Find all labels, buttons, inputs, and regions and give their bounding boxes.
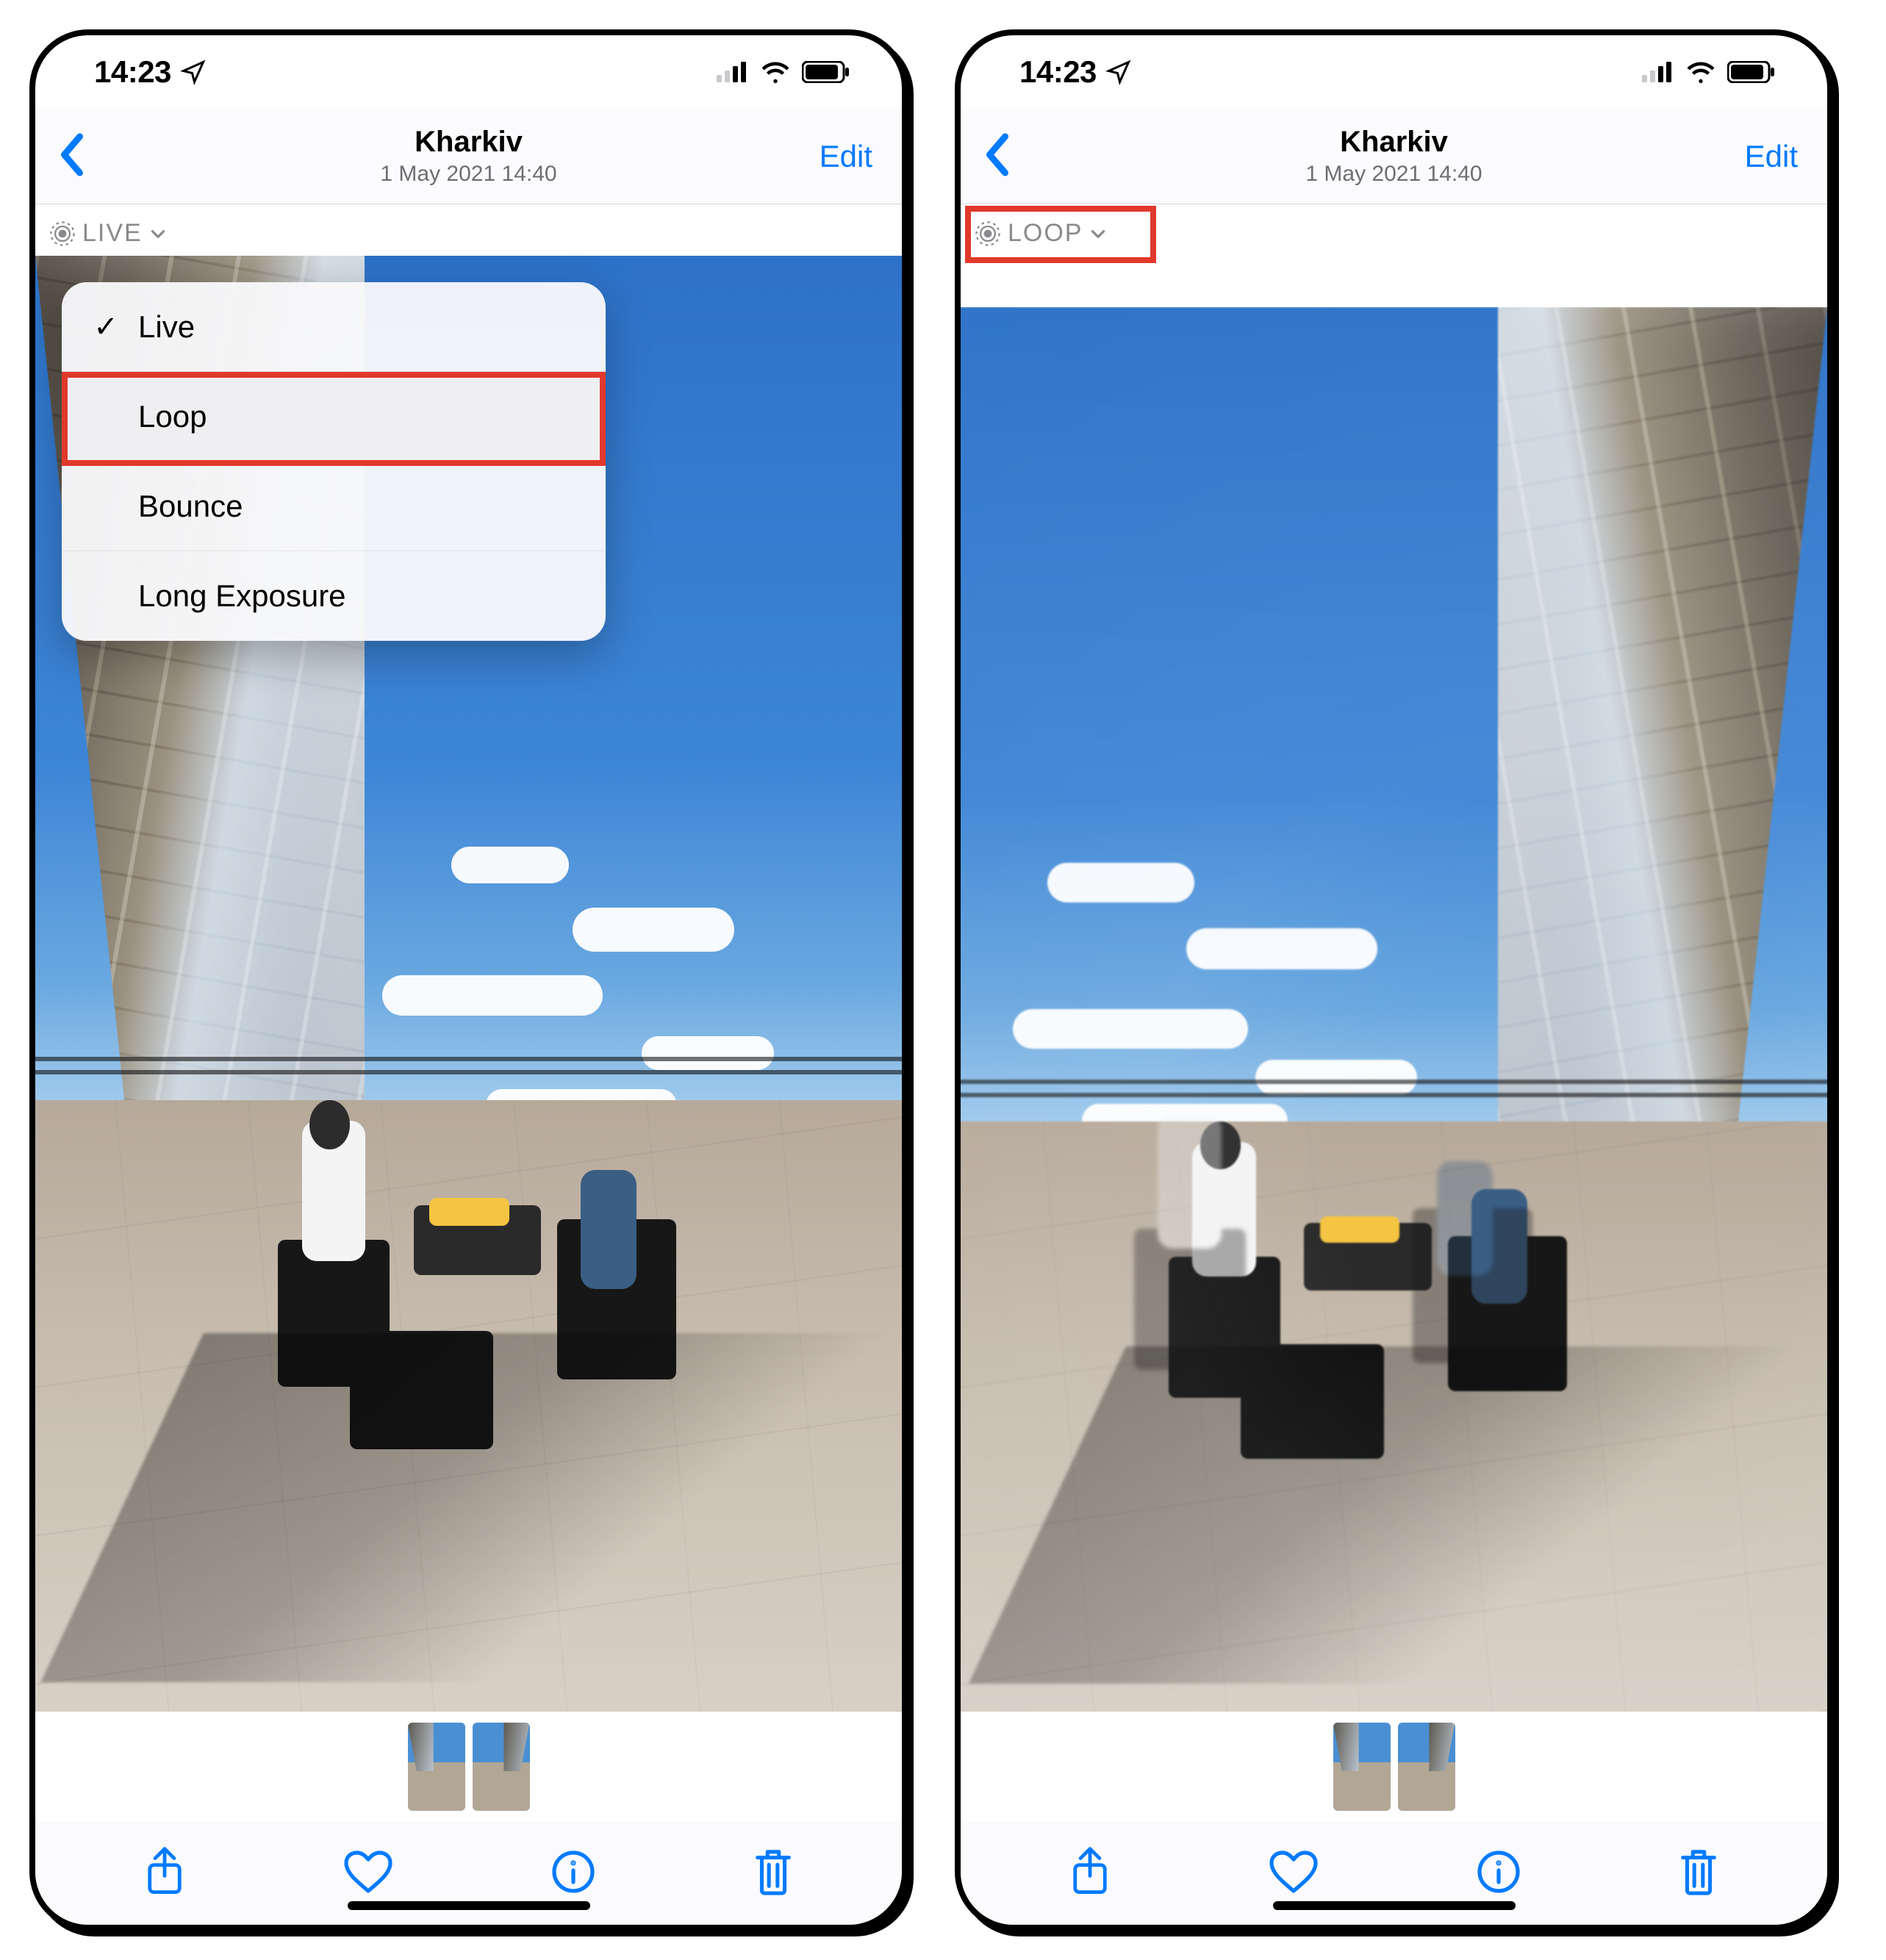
location-icon	[180, 59, 207, 85]
phone-screenshot-right: 14:23 Kharkiv 1 May 2021 14:40 Edit LOOP	[955, 29, 1833, 1931]
nav-subtitle: 1 May 2021 14:40	[1305, 162, 1482, 187]
chevron-down-icon	[148, 224, 168, 243]
photo-viewer[interactable]: LIVE	[35, 204, 902, 1712]
live-photo-icon	[50, 221, 75, 246]
checkmark-icon: ✓	[91, 310, 121, 344]
live-badge-label: LIVE	[82, 219, 143, 248]
edit-button[interactable]: Edit	[1745, 139, 1798, 174]
photo-scrubber[interactable]	[35, 1712, 902, 1822]
menu-item-label: Long Exposure	[138, 578, 346, 614]
nav-title: Kharkiv	[1305, 126, 1482, 159]
photo-content	[961, 307, 1827, 1712]
chevron-left-icon	[57, 132, 87, 176]
edit-button[interactable]: Edit	[820, 139, 872, 174]
callout-highlight	[965, 206, 1156, 263]
wifi-icon	[759, 60, 792, 84]
location-icon	[1105, 59, 1132, 85]
nav-bar: Kharkiv 1 May 2021 14:40 Edit	[961, 109, 1827, 204]
nav-bar: Kharkiv 1 May 2021 14:40 Edit	[35, 109, 902, 204]
nav-subtitle: 1 May 2021 14:40	[380, 162, 556, 187]
share-button[interactable]	[143, 1846, 186, 1901]
effect-menu-item-long-exposure[interactable]: Long Exposure	[62, 551, 606, 641]
menu-item-label: Live	[138, 309, 195, 345]
status-icons	[1642, 60, 1776, 84]
status-icons	[717, 60, 850, 84]
status-bar: 14:23	[961, 35, 1827, 109]
live-photo-effect-selector[interactable]: LIVE	[50, 219, 168, 248]
status-time: 14:23	[94, 54, 171, 90]
callout-highlight	[62, 372, 606, 466]
delete-button[interactable]	[1678, 1848, 1719, 1900]
wifi-icon	[1685, 60, 1717, 84]
trash-icon	[1678, 1848, 1719, 1896]
phone-screenshot-left: 14:23 Kharkiv 1 May 2021 14:40 Edit LIVE	[29, 29, 908, 1931]
info-icon	[551, 1850, 595, 1894]
effect-menu-item-bounce[interactable]: Bounce	[62, 462, 606, 551]
info-button[interactable]	[551, 1850, 595, 1898]
thumbnail[interactable]	[1398, 1723, 1455, 1811]
photo-viewer[interactable]: LOOP	[961, 204, 1827, 1712]
back-button[interactable]	[57, 132, 87, 180]
nav-title: Kharkiv	[380, 126, 556, 159]
favorite-button[interactable]	[1269, 1849, 1319, 1898]
chevron-left-icon	[983, 132, 1012, 176]
home-indicator[interactable]	[1273, 1901, 1516, 1910]
menu-item-label: Bounce	[138, 489, 243, 524]
battery-icon	[1727, 61, 1776, 83]
back-button[interactable]	[983, 132, 1012, 180]
info-icon	[1477, 1850, 1521, 1894]
share-icon	[1069, 1846, 1111, 1898]
delete-button[interactable]	[753, 1848, 794, 1900]
effect-menu-item-live[interactable]: ✓ Live	[62, 282, 606, 372]
status-time: 14:23	[1019, 54, 1097, 90]
cellular-icon	[1642, 62, 1674, 82]
status-bar: 14:23	[35, 35, 902, 109]
trash-icon	[753, 1848, 794, 1896]
favorite-button[interactable]	[343, 1849, 393, 1898]
photo-scrubber[interactable]	[961, 1712, 1827, 1822]
thumbnail[interactable]	[1333, 1723, 1391, 1811]
heart-icon	[1269, 1849, 1319, 1895]
battery-icon	[802, 61, 850, 83]
share-button[interactable]	[1069, 1846, 1111, 1901]
thumbnail[interactable]	[473, 1723, 530, 1811]
thumbnail[interactable]	[408, 1723, 465, 1811]
heart-icon	[343, 1849, 393, 1895]
home-indicator[interactable]	[348, 1901, 590, 1910]
cellular-icon	[717, 62, 749, 82]
share-icon	[143, 1846, 186, 1898]
info-button[interactable]	[1477, 1850, 1521, 1898]
